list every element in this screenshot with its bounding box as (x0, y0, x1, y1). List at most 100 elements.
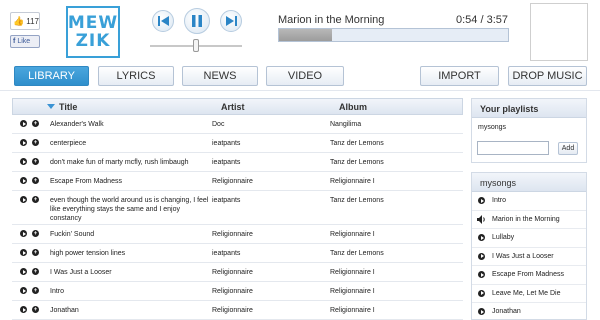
previous-track-button[interactable] (152, 10, 174, 32)
playback-progress-fill (279, 29, 332, 41)
add-to-playlist-icon[interactable] (32, 306, 39, 313)
play-icon[interactable] (478, 234, 485, 241)
song-album: Religionnaire I (330, 288, 375, 295)
album-cover (530, 3, 588, 61)
tab-video[interactable]: VIDEO (266, 66, 344, 86)
next-track-button[interactable] (220, 10, 242, 32)
play-icon[interactable] (20, 158, 27, 165)
song-title: Escape From Madness (50, 178, 122, 185)
pause-button[interactable] (184, 8, 210, 34)
facebook-icon: f (13, 38, 16, 45)
playlist-song[interactable]: Intro (472, 192, 586, 211)
volume-slider-handle[interactable] (193, 39, 199, 52)
add-to-playlist-icon[interactable] (32, 287, 39, 294)
song-title: I Was Just a Looser (50, 269, 112, 276)
column-header-artist[interactable]: Artist (221, 102, 245, 112)
new-playlist-input[interactable] (477, 141, 549, 155)
table-row[interactable]: Escape From Madness Religionnaire Religion… (12, 172, 463, 191)
play-icon[interactable] (20, 196, 27, 203)
table-row[interactable]: I Was Just a Looser Religionnaire Religion… (12, 263, 463, 282)
play-icon[interactable] (20, 268, 27, 275)
add-to-playlist-icon[interactable] (32, 139, 39, 146)
play-icon[interactable] (478, 289, 485, 297)
song-title: centerpiece (50, 140, 87, 147)
add-to-playlist-icon[interactable] (32, 177, 39, 184)
song-rows: Alexander's Walk Doc Nangilima centerpiece i… (12, 115, 463, 320)
pause-icon (192, 15, 202, 27)
app-logo[interactable]: MEW ZIK (66, 6, 120, 58)
song-artist: ieatpants (212, 197, 241, 204)
playlist-song-title: Intro (492, 197, 507, 204)
playlist-song[interactable]: Leave Me, Let Me Die (472, 285, 586, 303)
play-icon[interactable] (20, 177, 27, 184)
playlist-song[interactable]: Escape From Madness (472, 266, 586, 285)
play-icon[interactable] (20, 249, 27, 256)
song-artist: Religionnaire (212, 288, 253, 295)
playlists-header: Your playlists (472, 99, 586, 118)
drop-music-button[interactable]: DROP MUSIC (508, 66, 587, 86)
logo-line-2: ZIK (75, 31, 111, 51)
table-row[interactable]: don't make fun of marty mcfly, rush limb… (12, 153, 463, 172)
tab-news[interactable]: NEWS (182, 66, 258, 86)
import-button[interactable]: IMPORT (420, 66, 499, 86)
table-row[interactable]: Intro Religionnaire Religionnaire I (12, 282, 463, 301)
play-icon[interactable] (478, 197, 485, 204)
tab-library[interactable]: LIBRARY (14, 66, 89, 86)
table-row[interactable]: Alexander's Walk Doc Nangilima (12, 115, 463, 134)
play-icon[interactable] (478, 308, 485, 315)
add-to-playlist-icon[interactable] (32, 249, 39, 256)
facebook-like-button[interactable]: f Like (10, 35, 40, 48)
playlist-song[interactable]: Lullaby (472, 229, 586, 248)
table-row[interactable]: Jonathan Religionnaire Religionnaire I (12, 301, 463, 320)
song-album: Religionnaire I (330, 178, 375, 185)
song-table-header: Title Artist Album (12, 98, 463, 115)
song-album: Tanz der Lemons (330, 140, 384, 147)
column-header-album[interactable]: Album (339, 102, 367, 112)
playlist-song[interactable]: Jonathan (472, 303, 586, 319)
play-icon[interactable] (478, 252, 485, 260)
header-divider (0, 90, 600, 91)
table-row[interactable]: high power tension lines ieatpants Tanz de… (12, 244, 463, 263)
song-album: Tanz der Lemons (330, 159, 384, 166)
playlist-song-title: Lullaby (492, 234, 515, 241)
song-artist: Religionnaire (212, 231, 253, 238)
column-header-title[interactable]: Title (59, 102, 77, 112)
speaker-icon (477, 214, 485, 224)
add-to-playlist-icon[interactable] (32, 230, 39, 237)
play-icon[interactable] (20, 230, 27, 237)
skip-back-icon (157, 16, 169, 26)
play-icon[interactable] (20, 120, 27, 127)
song-album: Tanz der Lemons (330, 197, 384, 204)
play-icon[interactable] (20, 139, 27, 146)
song-table: Title Artist Album Alexander's Walk Doc Na… (12, 98, 463, 320)
like-count: 117 (26, 16, 39, 26)
like-label: Like (17, 38, 31, 45)
song-artist: Doc (212, 121, 225, 128)
current-playlist-songs: Intro Marion in the Morning Lullaby I Was J… (472, 192, 586, 319)
add-to-playlist-icon[interactable] (32, 268, 39, 275)
like-count-box: 👍 117 (10, 12, 40, 30)
song-album: Religionnaire I (330, 231, 375, 238)
sort-descending-icon[interactable] (47, 104, 55, 109)
add-to-playlist-icon[interactable] (32, 120, 39, 127)
song-title: high power tension lines (50, 250, 126, 257)
add-to-playlist-icon[interactable] (32, 196, 39, 203)
playlist-song-title: I Was Just a Looser (492, 252, 554, 260)
song-title: don't make fun of marty mcfly, rush limb… (50, 159, 189, 166)
play-icon[interactable] (20, 287, 27, 294)
playlist-item[interactable]: mysongs (472, 118, 586, 131)
table-row[interactable]: even though the world around us is chang… (12, 191, 463, 225)
playlist-song[interactable]: I Was Just a Looser (472, 248, 586, 266)
song-album: Religionnaire I (330, 269, 375, 276)
song-album: Nangilima (330, 121, 362, 128)
table-row[interactable]: centerpiece ieatpants Tanz der Lemons (12, 134, 463, 153)
playback-progress-bar[interactable] (278, 28, 509, 42)
tab-lyrics[interactable]: LYRICS (98, 66, 174, 86)
add-to-playlist-icon[interactable] (32, 158, 39, 165)
song-album: Religionnaire I (330, 307, 375, 314)
play-icon[interactable] (478, 271, 485, 278)
add-playlist-button[interactable]: Add (558, 142, 578, 155)
table-row[interactable]: Fuckin' Sound Religionnaire Religionnaire … (12, 225, 463, 244)
playlist-song[interactable]: Marion in the Morning (472, 211, 586, 229)
play-icon[interactable] (20, 306, 27, 313)
